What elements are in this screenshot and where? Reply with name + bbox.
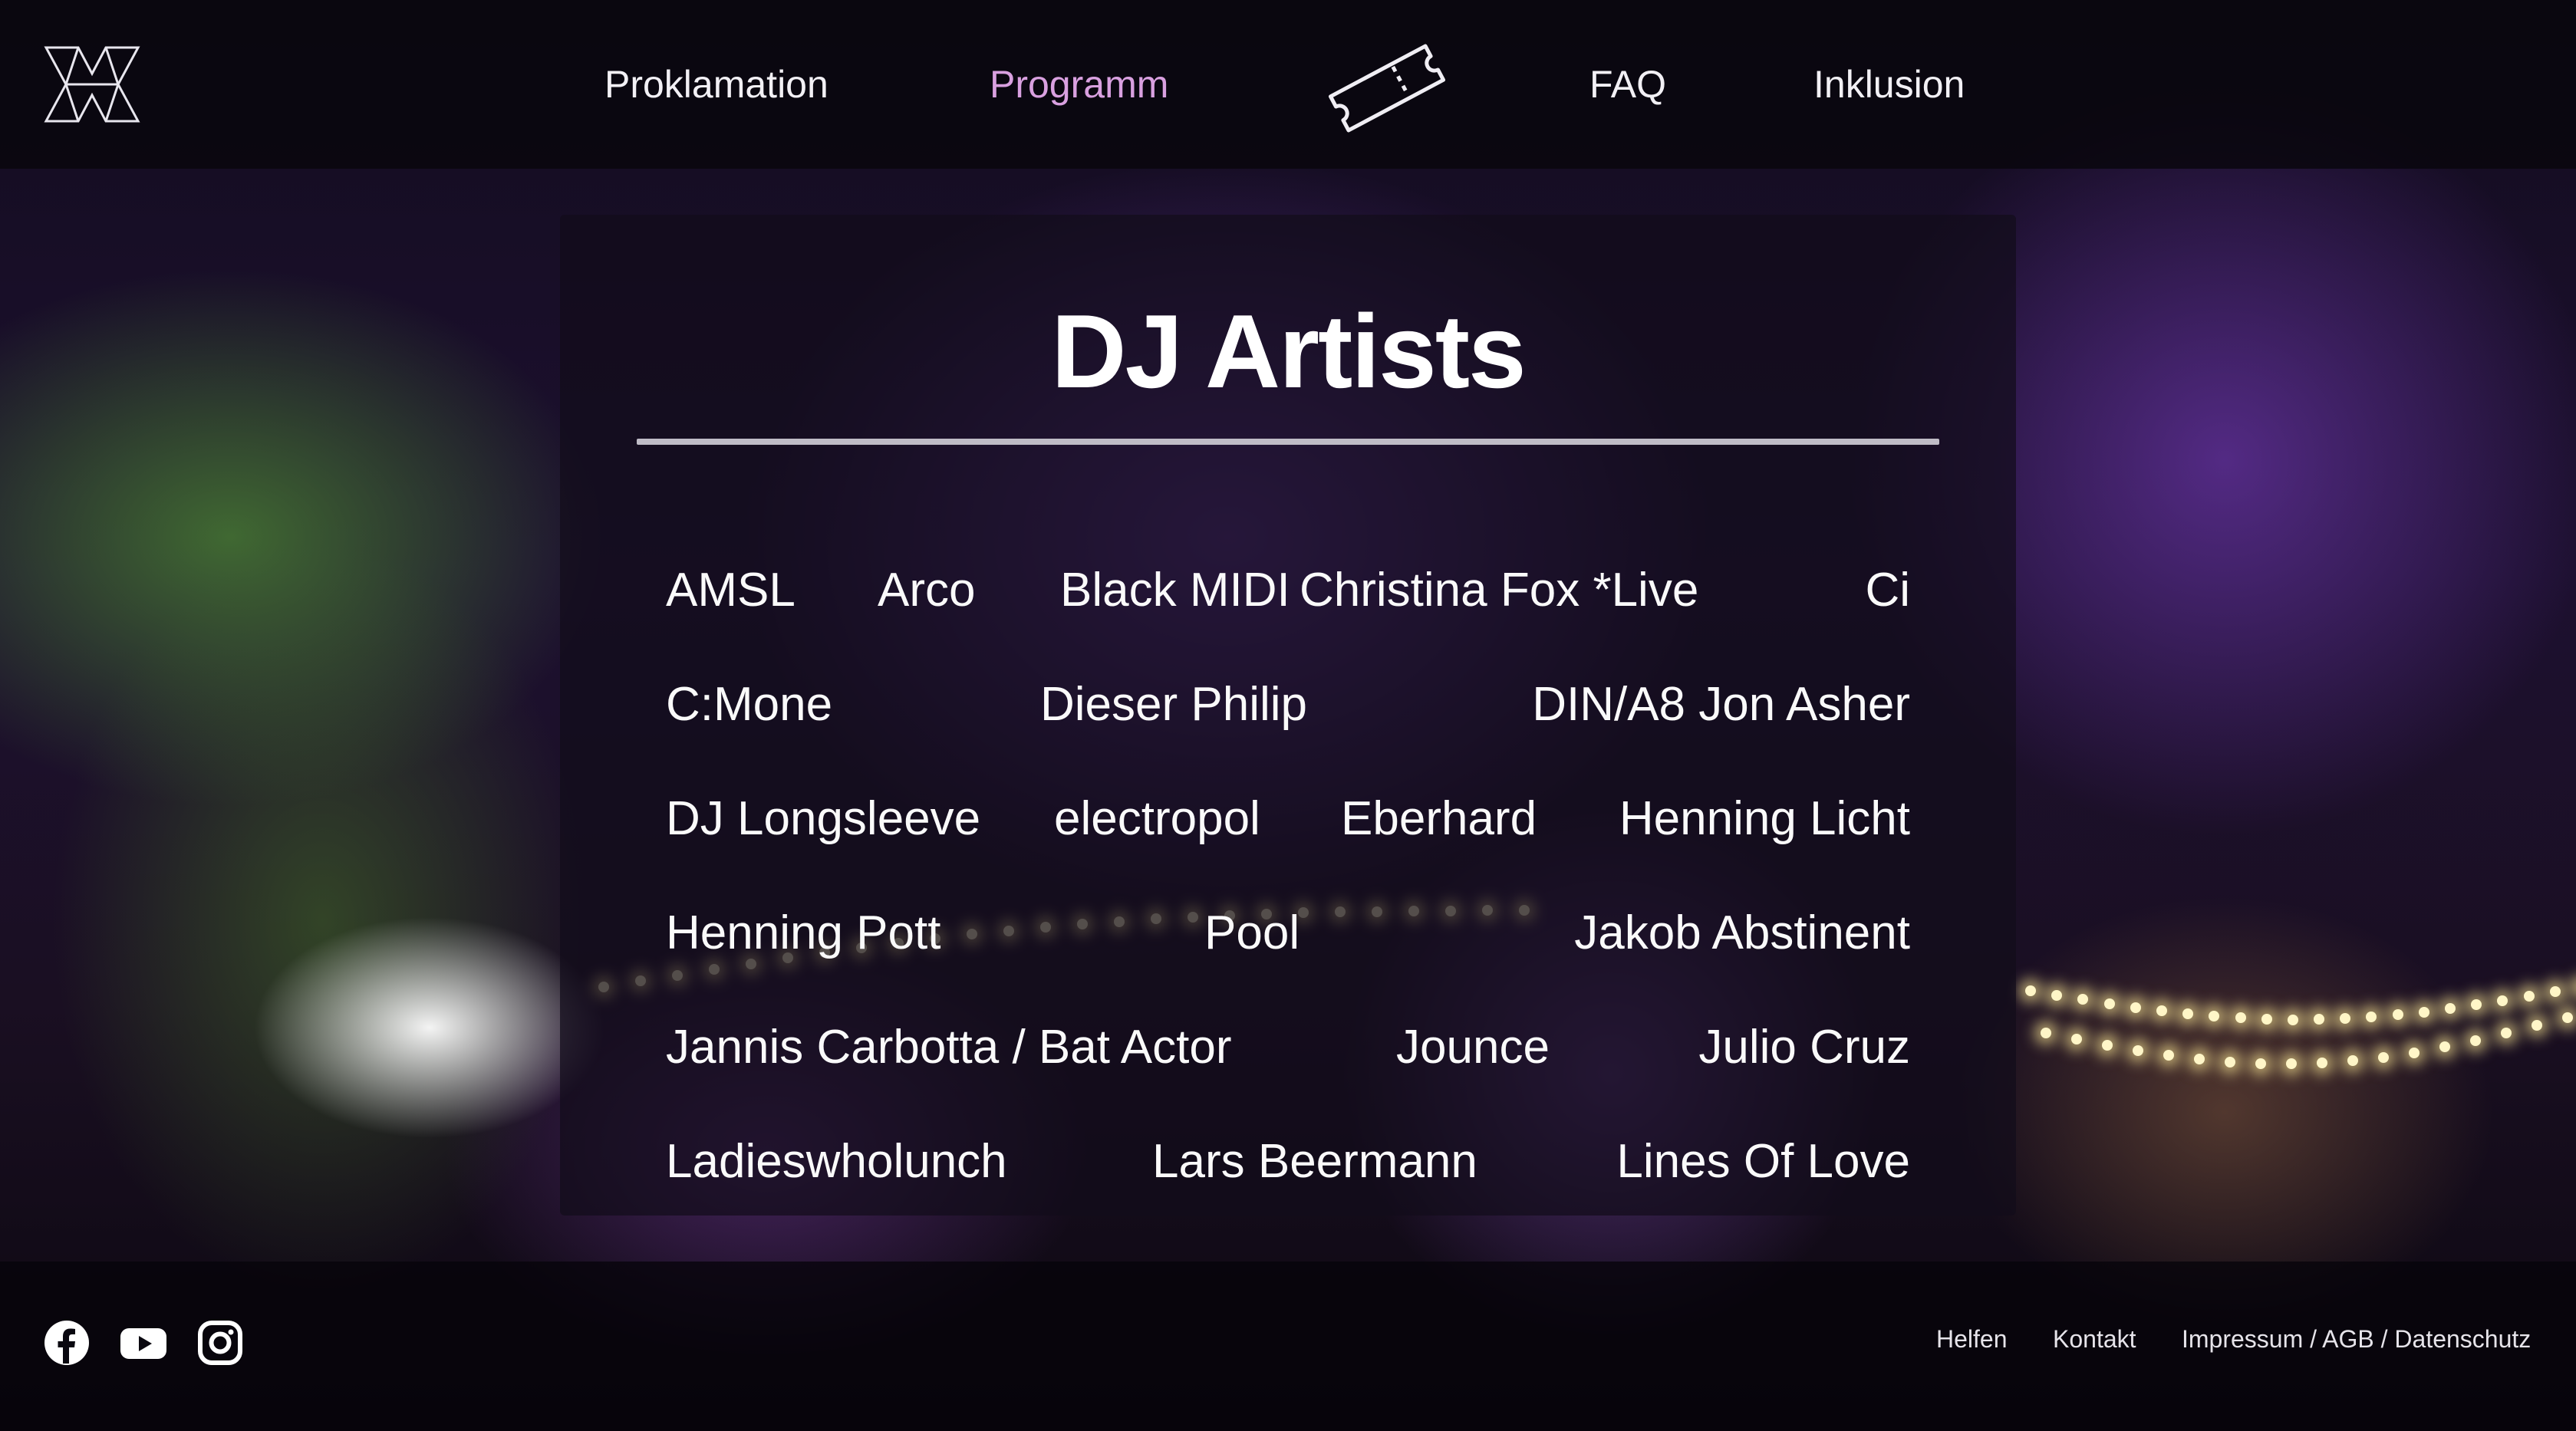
artist-link[interactable]: Christina Fox *Live bbox=[1300, 552, 1698, 629]
page-title: DJ Artists bbox=[1051, 293, 1526, 410]
title-divider bbox=[637, 439, 1939, 445]
artist-link[interactable]: electropol bbox=[1054, 781, 1260, 857]
artist-row: AMSL Arco Black MIDI Christina Fox *Live… bbox=[666, 552, 1910, 629]
artist-link[interactable]: Ladieswholunch bbox=[666, 1123, 1007, 1200]
dj-artists-panel: DJ Artists AMSL Arco Black MIDI Christin… bbox=[560, 215, 2016, 1216]
x-logo-icon[interactable] bbox=[41, 43, 143, 126]
artist-link[interactable]: Pool bbox=[1204, 895, 1300, 972]
artist-link[interactable]: Lars Beermann bbox=[1152, 1123, 1477, 1200]
artist-link[interactable]: Dieser Philip bbox=[1040, 666, 1307, 743]
artist-row: Ladieswholunch Lars Beermann Lines Of Lo… bbox=[666, 1123, 1910, 1200]
artist-link[interactable]: Julio Cruz bbox=[1698, 1009, 1910, 1086]
footer-link-helfen[interactable]: Helfen bbox=[1936, 1325, 2008, 1354]
ticket-icon[interactable] bbox=[1326, 38, 1448, 138]
artist-link[interactable]: Lines Of Love bbox=[1616, 1123, 1910, 1200]
nav-inklusion[interactable]: Inklusion bbox=[1813, 54, 1965, 115]
artist-link[interactable]: Eberhard bbox=[1341, 781, 1537, 857]
artist-link[interactable]: Henning Pott bbox=[666, 895, 940, 972]
instagram-icon[interactable] bbox=[196, 1319, 244, 1367]
artist-link[interactable]: Jannis Carbotta / Bat Actor bbox=[666, 1009, 1232, 1086]
nav-programm[interactable]: Programm bbox=[990, 54, 1168, 115]
artist-link[interactable]: C:Mone bbox=[666, 666, 832, 743]
footer-link-impressum[interactable]: Impressum / AGB / Datenschutz bbox=[2182, 1325, 2531, 1354]
artist-row: DJ Longsleeve electropol Eberhard Hennin… bbox=[666, 781, 1910, 857]
artist-row: Jannis Carbotta / Bat Actor Jounce Julio… bbox=[666, 1009, 1910, 1086]
youtube-icon[interactable] bbox=[120, 1319, 167, 1367]
artist-row: C:Mone Dieser Philip DIN/A8 Jon Asher bbox=[666, 666, 1910, 743]
artist-link[interactable]: Black MIDI bbox=[1060, 552, 1290, 629]
artist-link[interactable]: Jounce bbox=[1396, 1009, 1550, 1086]
nav-proklamation[interactable]: Proklamation bbox=[604, 54, 828, 115]
artist-link[interactable]: Jakob Abstinent bbox=[1574, 895, 1910, 972]
footer-link-kontakt[interactable]: Kontakt bbox=[2053, 1325, 2136, 1354]
artist-row: Henning Pott Pool Jakob Abstinent bbox=[666, 895, 1910, 972]
artist-link[interactable]: Ci bbox=[1865, 552, 1910, 629]
artist-link[interactable]: Henning Licht bbox=[1619, 781, 1910, 857]
artist-link[interactable]: AMSL bbox=[666, 552, 796, 629]
artist-link[interactable]: Arco bbox=[878, 552, 975, 629]
nav-faq[interactable]: FAQ bbox=[1589, 54, 1666, 115]
facebook-icon[interactable] bbox=[43, 1319, 91, 1367]
artist-link[interactable]: DIN/A8 Jon Asher bbox=[1532, 666, 1910, 743]
top-navigation-bar: Proklamation Programm FAQ Inklusion bbox=[0, 0, 2576, 169]
artist-link[interactable]: DJ Longsleeve bbox=[666, 781, 980, 857]
